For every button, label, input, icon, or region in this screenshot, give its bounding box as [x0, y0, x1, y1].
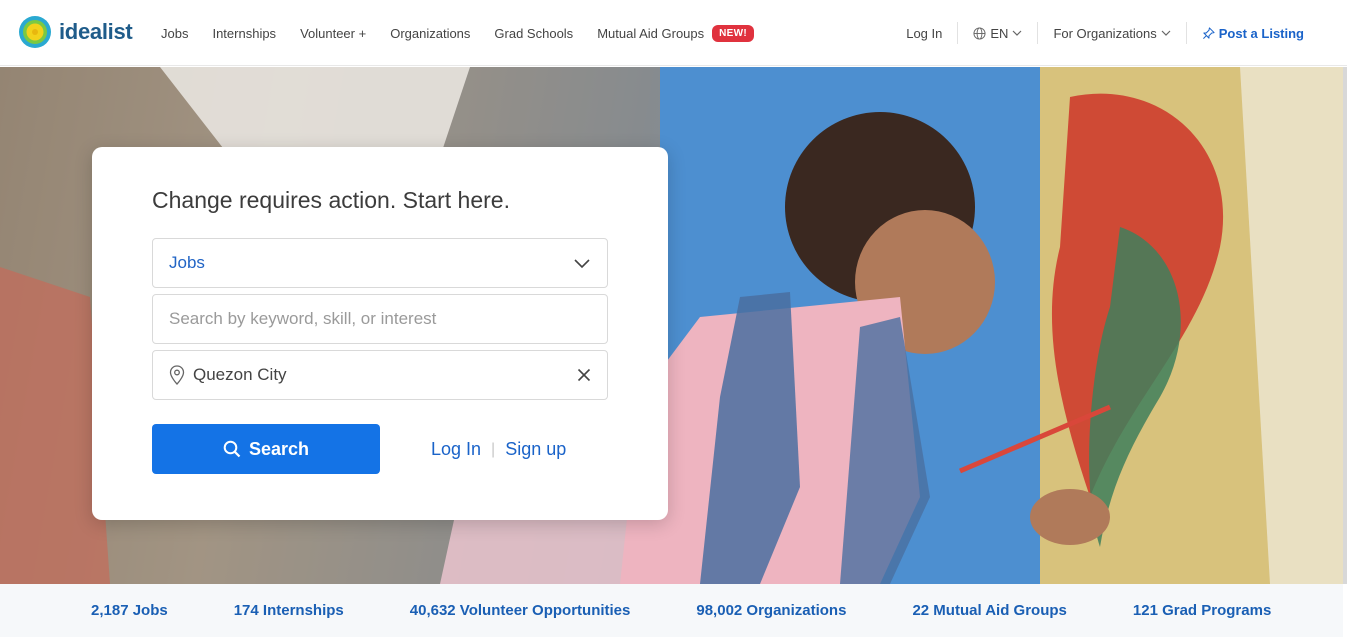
search-icon: [223, 440, 241, 458]
chevron-down-icon: [574, 259, 590, 269]
for-organizations-menu[interactable]: For Organizations: [1037, 22, 1185, 44]
stats-bar: 2,187 Jobs 174 Internships 40,632 Volunt…: [0, 584, 1343, 637]
post-listing-link[interactable]: Post a Listing: [1185, 22, 1319, 44]
stat-volunteer-link[interactable]: 40,632 Volunteer Opportunities: [410, 602, 631, 619]
keyword-input[interactable]: [169, 309, 591, 329]
location-pin-icon: [169, 365, 185, 385]
idealist-logo[interactable]: idealist: [17, 14, 133, 50]
right-nav: Log In EN For Organizations Post a Listi…: [891, 0, 1319, 66]
listing-type-select[interactable]: Jobs: [152, 238, 608, 288]
hero-headline: Change requires action. Start here.: [152, 187, 510, 213]
scrollbar[interactable]: [1343, 67, 1347, 584]
stat-mutual-aid-link[interactable]: 22 Mutual Aid Groups: [912, 602, 1066, 619]
pin-icon: [1202, 26, 1215, 39]
header-login-label: Log In: [906, 25, 943, 41]
globe-icon: [973, 26, 986, 40]
nav-item-organizations[interactable]: Organizations: [390, 26, 470, 41]
auth-divider: |: [491, 440, 496, 458]
logo-text: idealist: [59, 19, 133, 44]
auth-links: Log In | Sign up: [431, 439, 566, 460]
language-label: EN: [990, 25, 1009, 41]
chevron-down-icon: [1161, 30, 1171, 36]
location-field[interactable]: Quezon City: [152, 350, 608, 400]
new-badge: NEW!: [712, 24, 755, 42]
nav-item-mutual-aid-groups[interactable]: Mutual Aid Groups: [597, 26, 704, 41]
stat-organizations-link[interactable]: 98,002 Organizations: [696, 602, 846, 619]
site-header: idealist Jobs Internships Volunteer + Or…: [0, 0, 1347, 66]
signup-link[interactable]: Sign up: [505, 439, 566, 460]
idealist-logo-icon: [19, 16, 51, 48]
listing-type-value: Jobs: [169, 253, 205, 272]
search-label: Search: [248, 438, 310, 459]
search-card: Change requires action. Start here. Jobs…: [92, 147, 668, 520]
nav-item-grad-schools[interactable]: Grad Schools: [494, 26, 573, 41]
stat-grad-programs-link[interactable]: 121 Grad Programs: [1133, 602, 1271, 619]
chevron-down-icon: [1013, 30, 1022, 36]
main-nav: Jobs Internships Volunteer + Organizatio…: [161, 0, 755, 66]
stat-internships-link[interactable]: 174 Internships: [234, 602, 344, 619]
location-value: Quezon City: [193, 365, 287, 384]
stat-jobs-link[interactable]: 2,187 Jobs: [91, 602, 168, 619]
keyword-field[interactable]: [152, 294, 608, 344]
close-icon[interactable]: [577, 368, 591, 382]
header-login-link[interactable]: Log In: [891, 22, 957, 44]
language-selector[interactable]: EN: [957, 22, 1037, 44]
for-organizations-label: For Organizations: [1053, 25, 1157, 41]
login-link[interactable]: Log In: [431, 439, 481, 460]
post-listing-label: Post a Listing: [1218, 25, 1304, 41]
nav-item-jobs[interactable]: Jobs: [161, 26, 188, 41]
nav-item-internships[interactable]: Internships: [212, 26, 276, 41]
nav-item-volunteer[interactable]: Volunteer +: [300, 26, 366, 41]
search-button[interactable]: Search: [152, 424, 380, 474]
